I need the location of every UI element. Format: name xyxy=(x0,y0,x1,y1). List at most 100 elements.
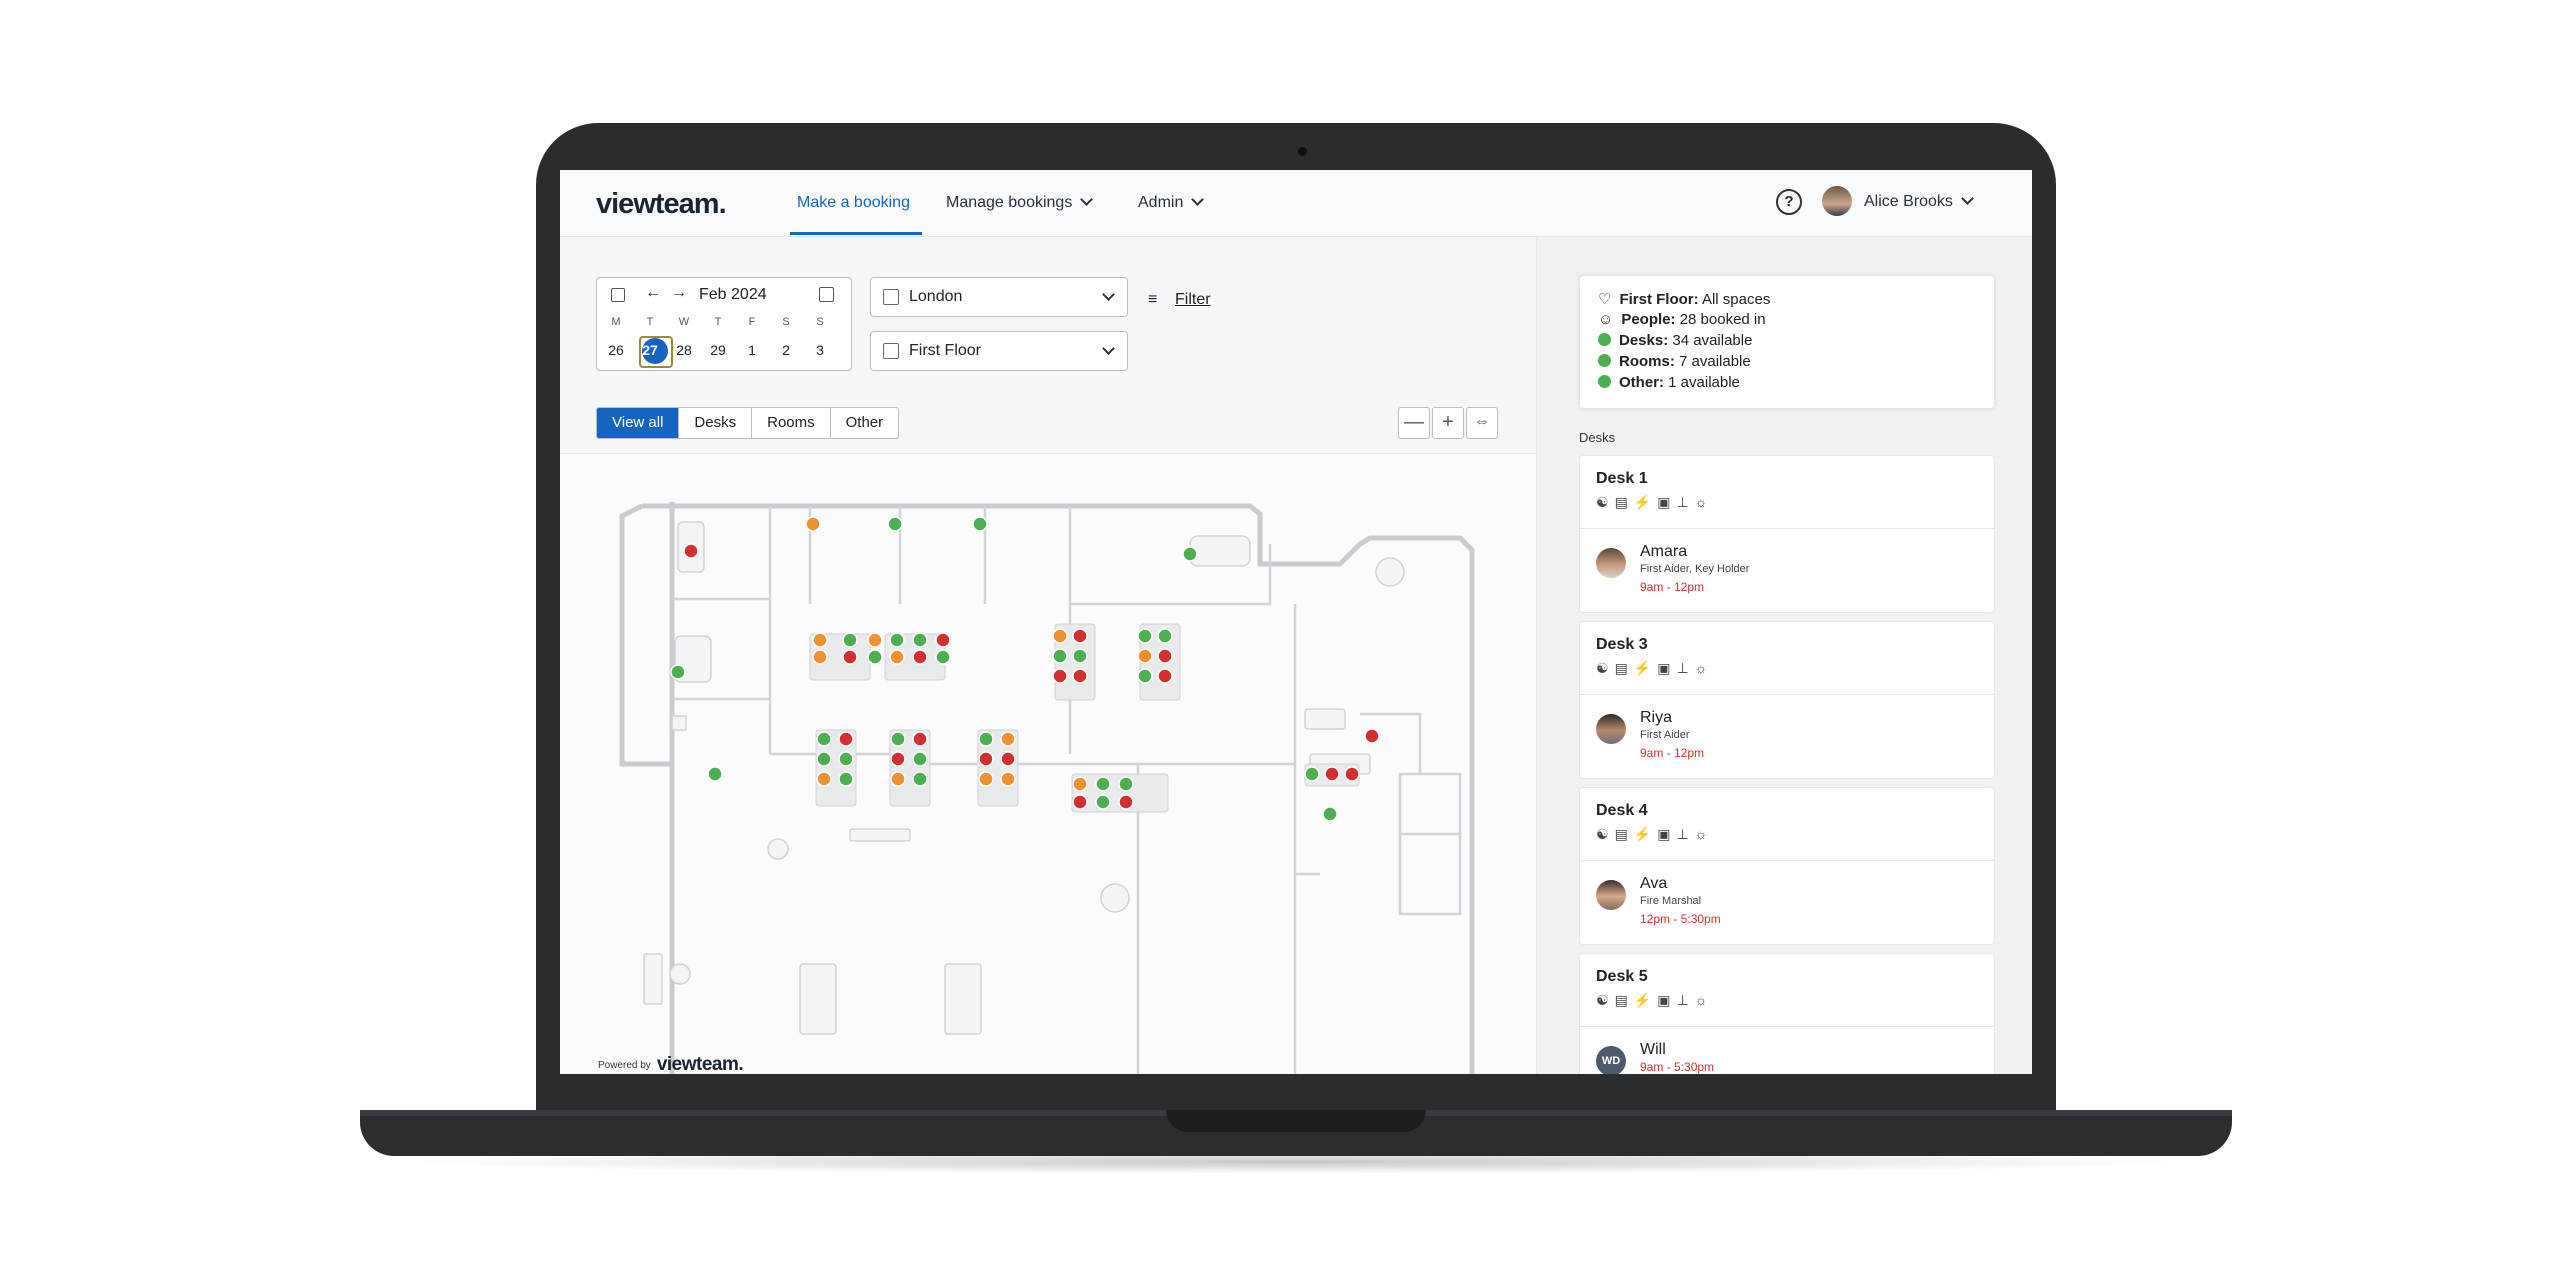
tab-rooms[interactable]: Rooms xyxy=(752,408,831,438)
prev-month-arrow-icon[interactable]: ← xyxy=(645,284,661,302)
seat-booked-marker[interactable] xyxy=(1157,668,1173,684)
zoom-in-button[interactable]: + xyxy=(1432,407,1464,439)
calendar-day[interactable]: 2 xyxy=(769,342,803,358)
expand-calendar-icon[interactable] xyxy=(819,287,834,302)
calendar-day[interactable]: 26 xyxy=(599,342,633,358)
calendar-day[interactable]: 29 xyxy=(701,342,735,358)
seat-partial-marker[interactable] xyxy=(889,649,905,665)
seat-booked-marker[interactable] xyxy=(1072,628,1088,644)
seat-available-marker[interactable] xyxy=(1052,648,1068,664)
seat-booked-marker[interactable] xyxy=(1157,648,1173,664)
weekday-label: T xyxy=(646,316,654,328)
seat-available-marker[interactable] xyxy=(838,771,854,787)
seat-partial-marker[interactable] xyxy=(812,649,828,665)
seat-available-marker[interactable] xyxy=(912,751,928,767)
people-icon: ☯ xyxy=(1596,494,1615,510)
seat-booked-marker[interactable] xyxy=(1052,668,1068,684)
seat-available-marker[interactable] xyxy=(1157,628,1173,644)
seat-booked-marker[interactable] xyxy=(683,543,699,559)
seat-booked-marker[interactable] xyxy=(1000,751,1016,767)
seat-partial-marker[interactable] xyxy=(805,516,821,532)
chevron-down-icon xyxy=(1961,192,1974,205)
seat-available-marker[interactable] xyxy=(935,649,951,665)
summary-floor-row: ♡ First Floor: All spaces xyxy=(1598,290,1770,308)
seat-available-marker[interactable] xyxy=(867,649,883,665)
seat-available-marker[interactable] xyxy=(707,766,723,782)
seat-booked-marker[interactable] xyxy=(842,649,858,665)
seat-partial-marker[interactable] xyxy=(812,632,828,648)
seat-booked-marker[interactable] xyxy=(1324,766,1340,782)
seat-booked-marker[interactable] xyxy=(1118,794,1134,810)
seat-available-marker[interactable] xyxy=(1137,668,1153,684)
seat-available-marker[interactable] xyxy=(1137,628,1153,644)
summary-desks-label: Desks: xyxy=(1619,332,1669,349)
seat-available-marker[interactable] xyxy=(1118,776,1134,792)
desk-card[interactable]: Desk 1 ☯▤⚡▣⊥☼ Amara First Aider, Key Holder… xyxy=(1579,455,1995,613)
desk-card[interactable]: Desk 3 ☯▤⚡▣⊥☼ Riya First Aider 9am - 12pm xyxy=(1579,621,1995,779)
seat-available-marker[interactable] xyxy=(1304,766,1320,782)
seat-available-marker[interactable] xyxy=(1182,546,1198,562)
summary-people-label: People: xyxy=(1621,311,1676,328)
filter-link[interactable]: Filter xyxy=(1175,291,1211,309)
calendar-day[interactable]: 3 xyxy=(803,342,837,358)
location-select[interactable]: London xyxy=(870,277,1128,317)
zoom-out-button[interactable]: — xyxy=(1398,407,1430,439)
seat-booked-marker[interactable] xyxy=(838,731,854,747)
tab-view-all[interactable]: View all xyxy=(597,408,680,438)
seat-partial-marker[interactable] xyxy=(1052,628,1068,644)
calendar-day[interactable]: 27 xyxy=(633,342,667,358)
floor-map[interactable]: Powered by viewteam. xyxy=(560,453,1536,1074)
seat-booked-marker[interactable] xyxy=(912,731,928,747)
seat-available-marker[interactable] xyxy=(1095,776,1111,792)
next-month-arrow-icon[interactable]: → xyxy=(671,284,687,302)
seat-partial-marker[interactable] xyxy=(816,771,832,787)
seat-booked-marker[interactable] xyxy=(1072,794,1088,810)
seat-partial-marker[interactable] xyxy=(1072,776,1088,792)
user-avatar[interactable] xyxy=(1822,186,1852,216)
seat-partial-marker[interactable] xyxy=(1000,731,1016,747)
seat-partial-marker[interactable] xyxy=(867,632,883,648)
seat-booked-marker[interactable] xyxy=(1364,728,1380,744)
seat-available-marker[interactable] xyxy=(972,516,988,532)
calendar-icon[interactable] xyxy=(611,288,625,302)
seat-booked-marker[interactable] xyxy=(912,649,928,665)
app-logo[interactable]: viewteam. xyxy=(596,188,727,221)
seat-available-marker[interactable] xyxy=(912,632,928,648)
seat-partial-marker[interactable] xyxy=(1000,771,1016,787)
floor-select[interactable]: First Floor xyxy=(870,331,1128,371)
seat-booked-marker[interactable] xyxy=(978,751,994,767)
nav-make-booking[interactable]: Make a booking xyxy=(797,194,910,212)
seat-booked-marker[interactable] xyxy=(935,632,951,648)
nav-admin[interactable]: Admin xyxy=(1138,193,1205,212)
desk-card[interactable]: Desk 5 ☯▤⚡▣⊥☼ WD Will 9am - 5:30pm xyxy=(1579,953,1995,1074)
seat-available-marker[interactable] xyxy=(842,632,858,648)
seat-booked-marker[interactable] xyxy=(890,751,906,767)
calendar-day[interactable]: 28 xyxy=(667,342,701,358)
seat-partial-marker[interactable] xyxy=(1137,648,1153,664)
floor-summary-card: ♡ First Floor: All spaces ☺ People: 28 boo… xyxy=(1579,275,1995,409)
nav-manage-bookings[interactable]: Manage bookings xyxy=(946,193,1094,212)
tab-desks[interactable]: Desks xyxy=(679,408,753,438)
seat-booked-marker[interactable] xyxy=(1072,668,1088,684)
seat-available-marker[interactable] xyxy=(978,731,994,747)
seat-available-marker[interactable] xyxy=(838,751,854,767)
help-icon[interactable]: ? xyxy=(1776,189,1802,215)
seat-available-marker[interactable] xyxy=(887,516,903,532)
seat-available-marker[interactable] xyxy=(1322,806,1338,822)
seat-available-marker[interactable] xyxy=(890,731,906,747)
seat-available-marker[interactable] xyxy=(1072,648,1088,664)
desk-card[interactable]: Desk 4 ☯▤⚡▣⊥☼ Ava Fire Marshal 12pm - 5:30pm xyxy=(1579,787,1995,945)
seat-partial-marker[interactable] xyxy=(978,771,994,787)
seat-available-marker[interactable] xyxy=(912,771,928,787)
seat-available-marker[interactable] xyxy=(816,751,832,767)
fit-to-screen-button[interactable]: ⇔ xyxy=(1466,407,1498,439)
seat-booked-marker[interactable] xyxy=(1344,766,1360,782)
seat-available-marker[interactable] xyxy=(889,632,905,648)
seat-available-marker[interactable] xyxy=(670,664,686,680)
seat-available-marker[interactable] xyxy=(816,731,832,747)
calendar-day[interactable]: 1 xyxy=(735,342,769,358)
user-menu[interactable]: Alice Brooks xyxy=(1864,192,1974,211)
seat-available-marker[interactable] xyxy=(1095,794,1111,810)
seat-partial-marker[interactable] xyxy=(890,771,906,787)
tab-other[interactable]: Other xyxy=(831,408,899,438)
